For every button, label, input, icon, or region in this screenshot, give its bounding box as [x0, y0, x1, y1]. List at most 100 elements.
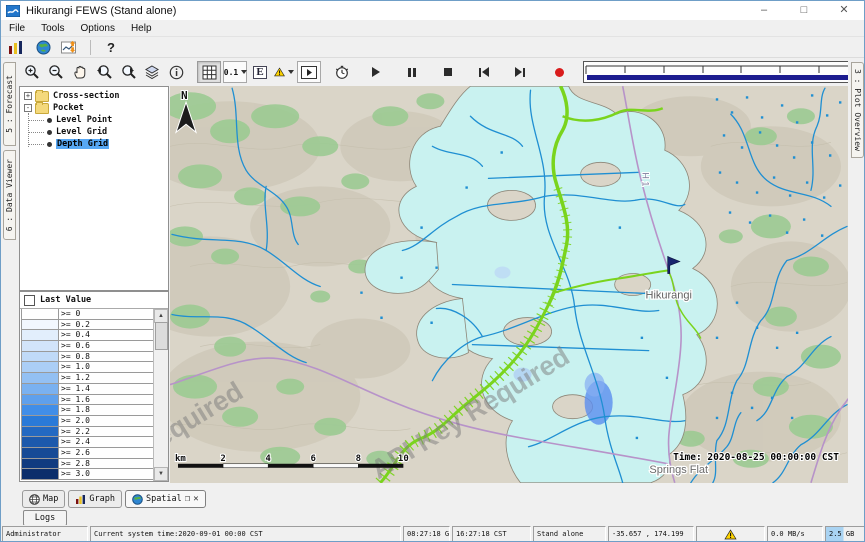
- legend-label: >= 3.0: [58, 468, 154, 480]
- zoom-next-icon: [120, 64, 137, 80]
- tree-label: Cross-section: [53, 91, 120, 101]
- tree-label-selected: Depth Grid: [56, 139, 109, 149]
- menu-options[interactable]: Options: [72, 23, 122, 34]
- zoom-in-icon: [24, 64, 40, 80]
- info-button[interactable]: [165, 62, 187, 82]
- close-button[interactable]: ✕: [824, 1, 864, 20]
- tab-data-viewer-label: 6 : Data Viewer: [5, 159, 14, 231]
- tab-maximize-icon[interactable]: ❐: [185, 495, 190, 504]
- help-icon: ?: [107, 40, 115, 55]
- map-time-label: Time: 2020-08-25 00:00:00 CST: [673, 452, 839, 463]
- legend-row[interactable]: >= 3.0: [21, 469, 154, 480]
- tab-data-viewer[interactable]: 6 : Data Viewer: [3, 150, 16, 240]
- spatial-display-button[interactable]: [33, 39, 53, 56]
- menu-tools[interactable]: Tools: [33, 23, 72, 34]
- tree-connector: [28, 120, 44, 121]
- grid-icon: [202, 65, 217, 80]
- layers-button[interactable]: [141, 62, 163, 82]
- tree-item-pocket[interactable]: - Pocket: [20, 102, 168, 114]
- first-frame-button[interactable]: [473, 62, 495, 82]
- database-chart-button[interactable]: [6, 39, 26, 56]
- tab-close-icon[interactable]: ✕: [193, 495, 198, 504]
- animation-player-button[interactable]: [297, 61, 321, 83]
- class-interval-dropdown[interactable]: 0.1: [223, 61, 247, 83]
- window-title: Hikurangi FEWS (Stand alone): [26, 5, 176, 17]
- legend-rows: >= 0>= 0.2>= 0.4>= 0.6>= 0.8>= 1.0>= 1.2…: [21, 309, 154, 480]
- legend-panel: Last Value >= 0>= 0.2>= 0.4>= 0.6>= 0.8>…: [19, 291, 169, 482]
- tree-label: Pocket: [53, 103, 84, 113]
- minimize-button[interactable]: –: [744, 1, 784, 20]
- timeseries-display-button[interactable]: [60, 39, 80, 56]
- tree-connector: [28, 113, 29, 147]
- status-alerts[interactable]: [696, 526, 765, 542]
- bullet-icon: [47, 118, 52, 123]
- pan-hand-icon: [72, 64, 88, 80]
- animation-speed-button[interactable]: [331, 62, 353, 82]
- warning-icon: [724, 529, 737, 540]
- media-controls: [365, 62, 567, 82]
- left-tab-strip: 5 : Forecast 6 : Data Viewer: [1, 58, 19, 523]
- tree-item-cross-section[interactable]: + Cross-section: [20, 90, 168, 102]
- tree-label: Level Point: [56, 115, 112, 125]
- labels-toggle[interactable]: E: [249, 62, 271, 82]
- label-icon: E: [253, 66, 266, 79]
- road-label: H 1: [641, 172, 651, 186]
- pause-icon: [408, 68, 416, 77]
- zoom-in-button[interactable]: [21, 62, 43, 82]
- last-frame-button[interactable]: [509, 62, 531, 82]
- zoom-previous-icon: [96, 64, 113, 80]
- pause-button[interactable]: [401, 62, 423, 82]
- scale-tick: 6: [311, 454, 316, 464]
- legend-header: Last Value: [20, 292, 168, 309]
- menu-help[interactable]: Help: [123, 23, 160, 34]
- menu-file[interactable]: File: [1, 23, 33, 34]
- status-download-rate: 0.0 MB/s: [767, 526, 823, 542]
- chevron-down-icon: [288, 70, 294, 74]
- scroll-up-icon[interactable]: ▲: [154, 309, 168, 323]
- last-value-label: Last Value: [40, 295, 91, 305]
- layer-tree-panel: + Cross-section - Pocket Level Point Lev…: [19, 86, 169, 291]
- tree-connector: [28, 132, 44, 133]
- collapse-icon[interactable]: -: [24, 104, 32, 112]
- last-value-checkbox[interactable]: [24, 295, 35, 306]
- title-bar: Hikurangi FEWS (Stand alone) – □ ✕: [1, 1, 864, 20]
- scale-unit-label: km: [175, 454, 186, 464]
- play-button[interactable]: [365, 62, 387, 82]
- warning-icon: [274, 64, 285, 80]
- stop-button[interactable]: [437, 62, 459, 82]
- expand-icon[interactable]: +: [24, 92, 32, 100]
- legend-scrollbar[interactable]: ▲ ▼: [153, 309, 168, 481]
- main-toolbar: ?: [1, 37, 864, 58]
- status-system-time: Current system time:2020-09-01 00:00 CST: [90, 526, 401, 542]
- scale-tick: 8: [356, 454, 361, 464]
- scale-tick: 4: [265, 454, 271, 464]
- map-canvas[interactable]: API Key Required API Key Required Hikura…: [170, 86, 848, 483]
- record-button[interactable]: [545, 62, 567, 82]
- tab-plot-overview[interactable]: 3 : Plot Overview: [851, 62, 864, 158]
- zoom-next-button[interactable]: [117, 62, 139, 82]
- scrollbar-thumb[interactable]: [155, 322, 168, 350]
- tree-connector: [28, 144, 44, 145]
- toolbar-separator: [90, 40, 91, 55]
- tab-forecast[interactable]: 5 : Forecast: [3, 62, 16, 146]
- play-icon: [372, 67, 380, 77]
- time-slider[interactable]: [583, 61, 865, 83]
- logs-button[interactable]: Logs: [23, 510, 67, 526]
- warnings-dropdown[interactable]: [273, 62, 295, 82]
- zoom-previous-button[interactable]: [93, 62, 115, 82]
- bullet-icon: [47, 142, 52, 147]
- zoom-out-button[interactable]: [45, 62, 67, 82]
- tab-graph[interactable]: Graph: [68, 490, 122, 508]
- tab-map[interactable]: Map: [22, 490, 65, 508]
- tab-spatial[interactable]: Spatial ❐ ✕: [125, 490, 206, 508]
- skip-first-icon: [479, 67, 489, 77]
- tab-graph-label: Graph: [89, 494, 115, 504]
- tab-forecast-label: 5 : Forecast: [5, 75, 14, 133]
- tab-plot-overview-label: 3 : Plot Overview: [853, 69, 862, 151]
- scroll-down-icon[interactable]: ▼: [154, 467, 168, 481]
- grid-display-toggle[interactable]: [197, 61, 221, 83]
- maximize-button[interactable]: □: [784, 1, 824, 20]
- help-button[interactable]: ?: [101, 39, 121, 56]
- pan-button[interactable]: [69, 62, 91, 82]
- bottom-tab-bar: Map Graph Spatial ❐ ✕: [19, 491, 848, 508]
